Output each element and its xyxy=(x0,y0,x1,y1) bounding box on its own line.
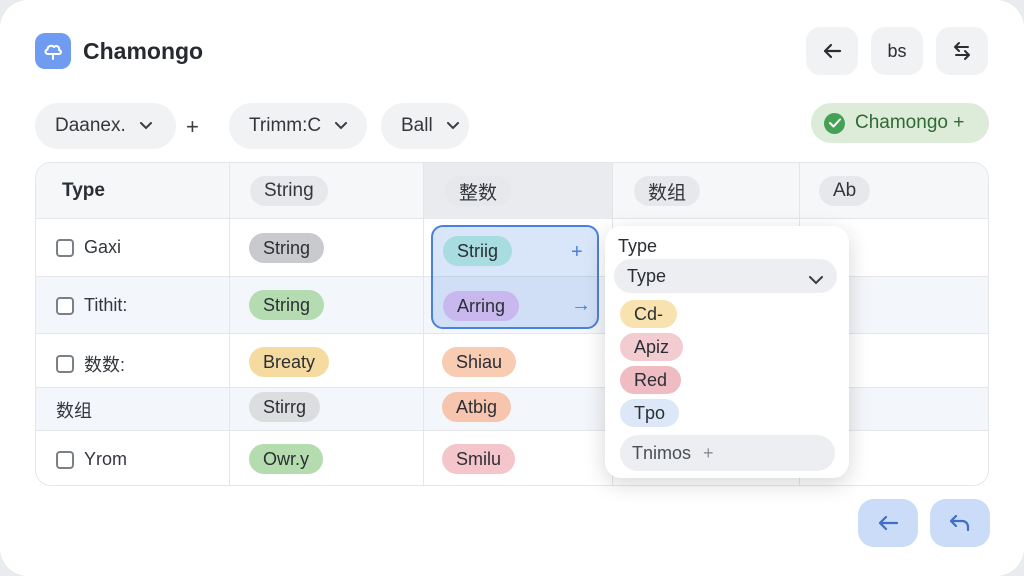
chevron-down-icon xyxy=(809,269,823,290)
cell-selection[interactable]: Striig + Arring → xyxy=(431,225,599,329)
type-chip[interactable]: Breaty xyxy=(249,347,330,377)
bs-button-label: bs xyxy=(887,40,907,61)
filter-dropdown-ball[interactable]: Ball xyxy=(381,103,469,149)
filter-label: Trimm:C xyxy=(249,115,322,136)
type-chip[interactable]: Shiau xyxy=(442,347,517,377)
option-red[interactable]: Red xyxy=(620,366,682,394)
type-chip[interactable]: Atbig xyxy=(442,392,512,422)
column-header-integer[interactable]: 整数 xyxy=(423,163,612,219)
prev-button[interactable] xyxy=(858,499,918,547)
cloud-icon xyxy=(35,33,71,69)
type-chip[interactable]: Arring xyxy=(443,291,520,321)
type-popover: Type Type Cd- Apiz Red Tpo Tnimos + xyxy=(605,226,849,478)
column-header-ab[interactable]: Ab xyxy=(799,163,871,219)
type-chip[interactable]: Smilu xyxy=(442,444,516,474)
column-header-string[interactable]: String xyxy=(230,163,328,219)
arrow-right-icon[interactable]: → xyxy=(571,294,591,317)
swap-arrows-icon xyxy=(954,42,970,60)
plus-icon[interactable]: + xyxy=(571,241,583,264)
type-chip[interactable]: Owr.y xyxy=(249,444,324,474)
column-divider xyxy=(229,163,230,485)
back-button[interactable] xyxy=(806,27,858,75)
undo-arrow-icon xyxy=(949,514,970,532)
row-label: 数数: xyxy=(84,355,126,375)
filter-dropdown-database[interactable]: Daanex. xyxy=(35,103,176,149)
arrow-left-icon xyxy=(823,43,842,59)
option-cd[interactable]: Cd- xyxy=(620,300,678,328)
chevron-down-icon xyxy=(335,122,348,130)
column-header-array[interactable]: 数组 xyxy=(612,163,701,219)
type-chip[interactable]: String xyxy=(249,233,325,263)
filter-dropdown-trim[interactable]: Trimm:C xyxy=(229,103,367,149)
add-type-label: Tnimos xyxy=(632,442,692,463)
type-chip[interactable]: Striig xyxy=(443,236,513,266)
filter-label: Daanex. xyxy=(55,115,126,136)
add-type-button[interactable]: Tnimos + xyxy=(620,435,835,471)
row-label: 数组 xyxy=(56,401,92,421)
status-badge[interactable]: Chamongo + xyxy=(811,103,989,143)
type-select[interactable]: Type xyxy=(614,259,837,293)
column-chip: 整数 xyxy=(445,176,512,206)
arrow-left-icon xyxy=(878,515,899,531)
table-header: Type String 整数 数组 Ab xyxy=(36,163,988,219)
add-filter-button[interactable]: + xyxy=(186,114,199,140)
bs-button[interactable]: bs xyxy=(871,27,923,75)
chevron-down-icon xyxy=(139,122,152,130)
popover-title: Type xyxy=(618,236,658,256)
select-value: Type xyxy=(627,265,667,286)
filter-label: Ball xyxy=(401,115,433,136)
column-chip: String xyxy=(250,176,328,206)
app-title: Chamongo xyxy=(83,38,204,64)
chevron-down-icon xyxy=(446,122,459,130)
app-window: Chamongo bs Daanex. + Trimm:C Ball Chamo… xyxy=(0,0,1024,576)
column-chip: Ab xyxy=(819,176,871,206)
column-chip: 数组 xyxy=(634,176,701,206)
row-checkbox[interactable] xyxy=(56,355,74,373)
row-checkbox[interactable] xyxy=(56,296,74,315)
row-label: Yrom xyxy=(84,449,128,469)
column-divider xyxy=(423,163,424,485)
row-label: Gaxi xyxy=(84,237,122,257)
column-header-type[interactable]: Type xyxy=(36,163,105,219)
status-label: Chamongo + xyxy=(855,112,965,133)
option-tpo[interactable]: Tpo xyxy=(620,399,680,427)
row-checkbox[interactable] xyxy=(56,450,74,469)
swap-button[interactable] xyxy=(936,27,988,75)
type-chip[interactable]: Stirrg xyxy=(249,392,321,422)
type-chip[interactable]: String xyxy=(249,290,325,320)
row-checkbox[interactable] xyxy=(56,238,74,257)
check-circle-icon xyxy=(824,112,845,134)
plus-icon: + xyxy=(703,442,714,463)
option-apiz[interactable]: Apiz xyxy=(620,333,684,361)
undo-button[interactable] xyxy=(930,499,990,547)
row-label: Tithit: xyxy=(84,295,128,315)
